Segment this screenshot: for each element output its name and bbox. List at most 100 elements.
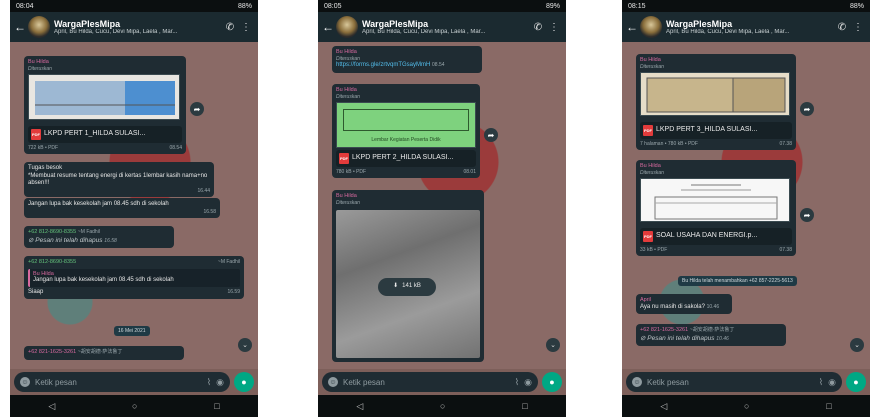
sender-alias: ~胡安胡德·萨法鲁丁 xyxy=(77,349,123,355)
sender-alias: ~M Fadhil xyxy=(217,259,240,265)
camera-icon[interactable]: ◉ xyxy=(216,377,224,388)
message-deleted[interactable]: +62 812-8690-8355 ~M Fadhil ⊘ Pesan ini … xyxy=(24,226,174,248)
emoji-icon[interactable]: ☺ xyxy=(632,377,642,387)
back-arrow-icon[interactable]: ← xyxy=(322,20,334,34)
more-options-icon[interactable]: ⋮ xyxy=(546,22,562,33)
call-icon[interactable]: ✆ xyxy=(834,22,850,33)
download-button[interactable]: ⬇ 141 kB xyxy=(378,278,436,296)
forwarded-label: Diteruskan xyxy=(336,199,360,206)
message-document[interactable]: Bu Hilda Diteruskan PDF LKPD PERT 3_HILD… xyxy=(636,54,796,150)
message-body: Jangan lupa bak kesekolah jam 08.45 sdh … xyxy=(28,201,169,207)
nav-recents-icon[interactable]: □ xyxy=(214,401,219,411)
forward-icon[interactable]: ➦ xyxy=(484,128,498,142)
message-input[interactable]: ☺ Ketik pesan ⌇ ◉ xyxy=(322,372,538,392)
group-avatar[interactable] xyxy=(336,16,358,38)
chat-area[interactable]: Bu Hilda Diteruskan PDF LKPD PERT 1_HILD… xyxy=(10,42,258,369)
document-attachment[interactable]: PDF SOAL USAHA DAN ENERGI.p... xyxy=(640,227,792,245)
mic-icon[interactable]: ● xyxy=(234,372,254,392)
scroll-down-icon[interactable]: ⌄ xyxy=(850,338,864,352)
message-time: 08.54 xyxy=(169,144,182,151)
forwarded-label: Diteruskan xyxy=(640,169,664,176)
message-body: Pesan ini telah dihapus xyxy=(647,334,715,342)
attach-icon[interactable]: ⌇ xyxy=(515,377,519,388)
message-partial[interactable]: +62 821-1625-3261 ~胡安胡德·萨法鲁丁 xyxy=(24,346,184,360)
message-input[interactable]: ☺ Ketik pesan ⌇ ◉ xyxy=(14,372,230,392)
document-attachment[interactable]: PDF LKPD PERT 3_HILDA SULASI... xyxy=(640,121,792,139)
nav-recents-icon[interactable]: □ xyxy=(826,401,831,411)
emoji-icon[interactable]: ☺ xyxy=(20,377,30,387)
chat-title-block[interactable]: WargaPlesMipa April, Bu Hilda, Cucu, Dev… xyxy=(666,19,834,35)
nav-home-icon[interactable]: ○ xyxy=(440,401,445,411)
document-name: SOAL USAHA DAN ENERGI.p... xyxy=(656,231,758,239)
message-sender: +62 821-1625-3261 xyxy=(640,327,689,333)
message-link[interactable]: Bu Hilda Diteruskan https://forms.gle/zr… xyxy=(332,46,482,73)
message-document[interactable]: Bu Hilda Diteruskan PDF SOAL USAHA DAN E… xyxy=(636,160,796,256)
date-divider: 16 Mei 2021 xyxy=(114,326,150,336)
download-size: 141 kB xyxy=(402,283,421,290)
more-options-icon[interactable]: ⋮ xyxy=(238,22,254,33)
message-document[interactable]: Bu Hilda Diteruskan PDF LKPD PERT 1_HILD… xyxy=(24,56,186,154)
group-avatar[interactable] xyxy=(28,16,50,38)
message-text[interactable]: April Aya nu masih di sakola? 10.46 xyxy=(636,294,732,315)
chat-area[interactable]: Bu Hilda Diteruskan PDF LKPD PERT 3_HILD… xyxy=(622,42,870,369)
scroll-down-icon[interactable]: ⌄ xyxy=(238,338,252,352)
nav-back-icon[interactable]: ◁ xyxy=(48,401,55,412)
nav-recents-icon[interactable]: □ xyxy=(522,401,527,411)
status-bar: 08:04 88% xyxy=(10,0,258,12)
attach-icon[interactable]: ⌇ xyxy=(207,377,211,388)
forward-icon[interactable]: ➦ xyxy=(800,208,814,222)
document-name: LKPD PERT 2_HILDA SULASI... xyxy=(352,154,454,162)
message-deleted[interactable]: +62 821-1625-3261 ~胡安胡德·萨法鲁丁 ⊘ Pesan ini… xyxy=(636,324,786,346)
back-arrow-icon[interactable]: ← xyxy=(626,20,638,34)
blocked-icon: ⊘ xyxy=(28,236,34,244)
pdf-icon: PDF xyxy=(643,124,653,136)
message-sender: April xyxy=(640,297,652,303)
forwarded-label: Diteruskan xyxy=(640,63,664,70)
message-text[interactable]: Tugas besok *Membuat resume tentang ener… xyxy=(24,162,214,197)
nav-back-icon[interactable]: ◁ xyxy=(356,401,363,412)
call-icon[interactable]: ✆ xyxy=(222,22,238,33)
message-sender: Bu Hilda xyxy=(640,57,661,63)
camera-icon[interactable]: ◉ xyxy=(828,377,836,388)
call-icon[interactable]: ✆ xyxy=(530,22,546,33)
message-input[interactable]: ☺ Ketik pesan ⌇ ◉ xyxy=(626,372,842,392)
emoji-icon[interactable]: ☺ xyxy=(328,377,338,387)
forward-icon[interactable]: ➦ xyxy=(190,102,204,116)
status-time: 08:15 xyxy=(628,2,646,10)
scroll-down-icon[interactable]: ⌄ xyxy=(546,338,560,352)
composer: ☺ Ketik pesan ⌇ ◉ ● xyxy=(10,369,258,395)
message-sender: Bu Hilda xyxy=(336,49,357,55)
message-image[interactable]: Bu Hilda Diteruskan ⬇ 141 kB xyxy=(332,190,484,362)
document-size: 33 kB • PDF xyxy=(640,246,668,253)
message-time: 16.58 xyxy=(203,208,216,215)
more-options-icon[interactable]: ⋮ xyxy=(850,22,866,33)
message-time: 08.54 xyxy=(432,62,445,69)
document-attachment[interactable]: PDF LKPD PERT 1_HILDA SULASI... xyxy=(28,125,182,143)
message-time: 16.59 xyxy=(227,288,240,295)
camera-icon[interactable]: ◉ xyxy=(524,377,532,388)
chat-header: ← WargaPlesMipa April, Bu Hilda, Cucu, D… xyxy=(622,12,870,42)
nav-home-icon[interactable]: ○ xyxy=(744,401,749,411)
group-avatar[interactable] xyxy=(640,16,662,38)
chat-area[interactable]: Bu Hilda Diteruskan https://forms.gle/zr… xyxy=(318,42,566,369)
document-attachment[interactable]: PDF LKPD PERT 2_HILDA SULASI... xyxy=(336,150,476,168)
mic-icon[interactable]: ● xyxy=(542,372,562,392)
chat-title-block[interactable]: WargaPlesMipa April, Bu Hilda, Cucu, Dev… xyxy=(54,19,222,35)
forward-icon[interactable]: ➦ xyxy=(800,102,814,116)
message-text[interactable]: Jangan lupa bak kesekolah jam 08.45 sdh … xyxy=(24,198,220,218)
quoted-message[interactable]: Bu Hilda Jangan lupa bak kesekolah jam 0… xyxy=(28,268,240,287)
message-sender: Bu Hilda xyxy=(640,163,661,169)
nav-back-icon[interactable]: ◁ xyxy=(660,401,667,412)
back-arrow-icon[interactable]: ← xyxy=(14,20,26,34)
attach-icon[interactable]: ⌇ xyxy=(819,377,823,388)
document-thumbnail: Lembar Kegiatan Peserta Didik xyxy=(336,102,476,149)
message-body: Tugas besok *Membuat resume tentang ener… xyxy=(28,165,208,186)
message-link[interactable]: https://forms.gle/zrtvqmTGsayMmH xyxy=(336,62,430,68)
nav-home-icon[interactable]: ○ xyxy=(132,401,137,411)
message-sender: Bu Hilda xyxy=(28,59,49,65)
message-reply[interactable]: +62 812-8690-8355 ~M Fadhil Bu Hilda Jan… xyxy=(24,256,244,300)
chat-title-block[interactable]: WargaPlesMipa April, Bu Hilda, Cucu, Dev… xyxy=(362,19,530,35)
forwarded-label: Diteruskan xyxy=(28,65,52,72)
mic-icon[interactable]: ● xyxy=(846,372,866,392)
message-document[interactable]: Bu Hilda Diteruskan Lembar Kegiatan Pese… xyxy=(332,84,480,179)
